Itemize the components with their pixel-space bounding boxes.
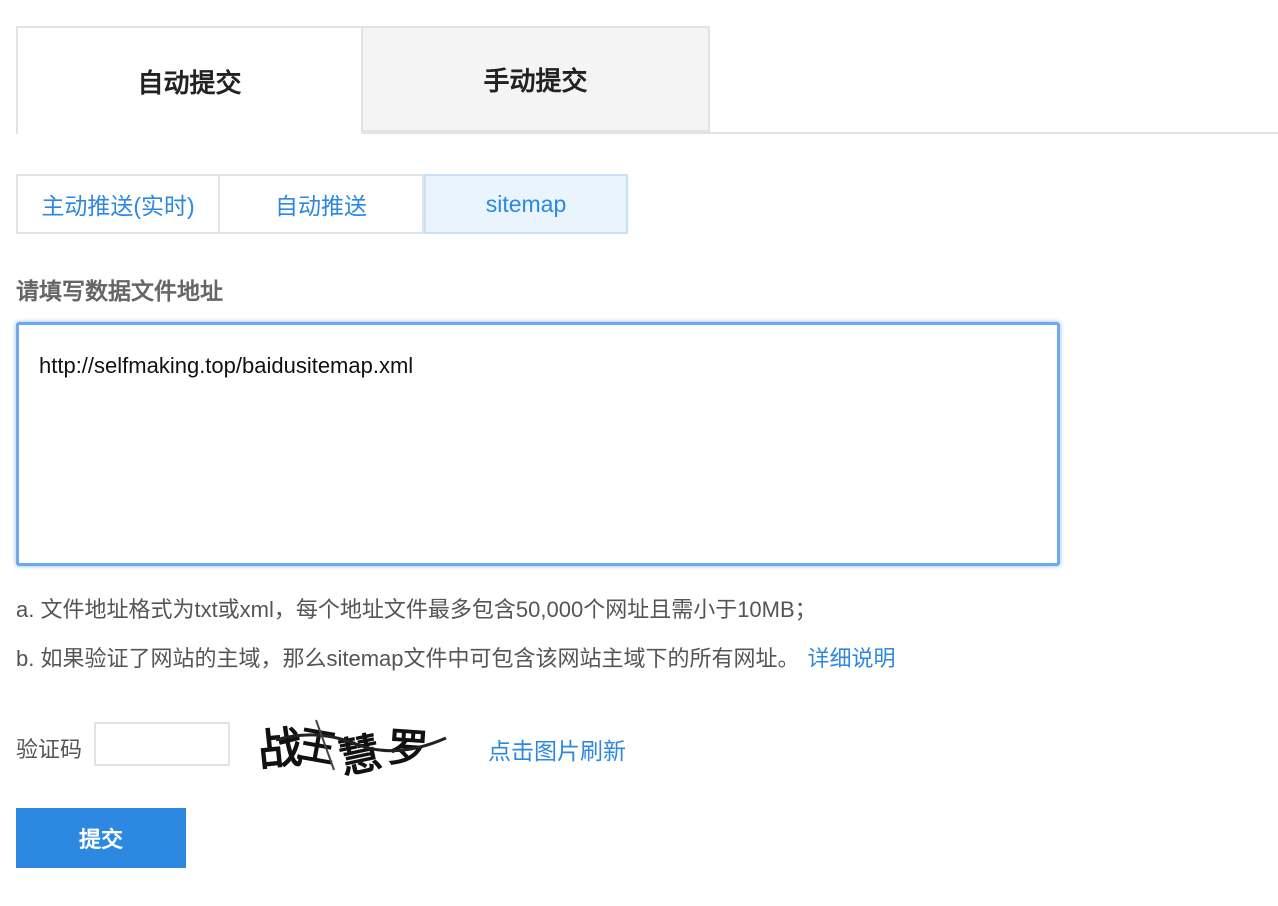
field-label: 请填写数据文件地址 xyxy=(16,278,223,304)
tab-auto-submit[interactable]: 自动提交 xyxy=(16,26,363,134)
page: 自动提交 手动提交 主动推送(实时) 自动推送 sitemap 请填写数据文件地… xyxy=(0,0,1278,906)
subtab-auto-push[interactable]: 自动推送 xyxy=(220,174,424,234)
captcha-char: 慧 xyxy=(334,727,385,782)
note-b-text: b. 如果验证了网站的主域，那么sitemap文件中可包含该网站主域下的所有网址… xyxy=(16,646,800,671)
note-a: a. 文件地址格式为txt或xml，每个地址文件最多包含50,000个网址且需小… xyxy=(16,597,817,622)
details-link[interactable]: 详细说明 xyxy=(808,646,896,671)
captcha-refresh-link[interactable]: 点击图片刷新 xyxy=(488,732,626,766)
submit-button[interactable]: 提交 xyxy=(16,808,186,868)
top-tabs: 自动提交 手动提交 xyxy=(16,26,1278,134)
captcha-input[interactable] xyxy=(94,722,230,766)
subtab-sitemap[interactable]: sitemap xyxy=(424,174,628,234)
captcha-image[interactable]: 战 王 慧 罗 xyxy=(256,710,452,782)
sitemap-url-textarea[interactable]: http://selfmaking.top/baidusitemap.xml xyxy=(16,322,1060,566)
captcha-label: 验证码 xyxy=(16,737,83,762)
subtab-active-push[interactable]: 主动推送(实时) xyxy=(16,174,220,234)
sub-tabs: 主动推送(实时) 自动推送 sitemap xyxy=(16,174,628,234)
tab-manual-submit[interactable]: 手动提交 xyxy=(363,26,710,132)
note-b: b. 如果验证了网站的主域，那么sitemap文件中可包含该网站主域下的所有网址… xyxy=(16,641,896,673)
